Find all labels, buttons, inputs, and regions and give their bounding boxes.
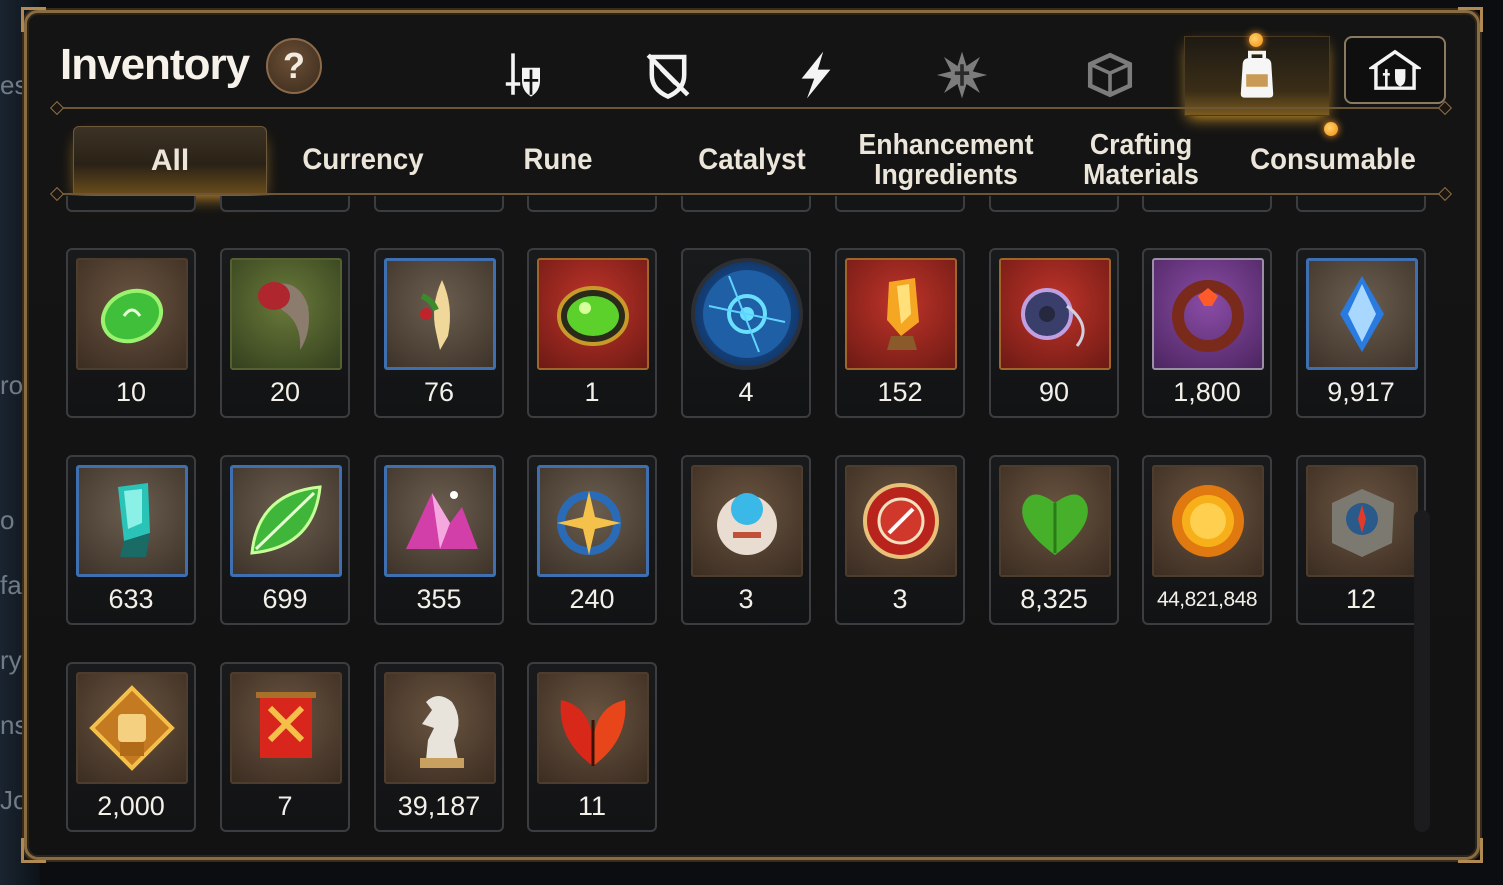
tab-items[interactable]: [1184, 33, 1330, 116]
item-slot[interactable]: 152: [835, 248, 965, 418]
item-quantity: 699: [262, 584, 308, 614]
subtab-catalyst[interactable]: Catalyst: [663, 126, 841, 194]
tab-sigil[interactable]: [914, 40, 1010, 110]
item-slot[interactable]: 8,325: [989, 455, 1119, 625]
broken-shield-icon: [646, 53, 690, 100]
tab-cube[interactable]: [1062, 40, 1158, 110]
cyan-crystal-icon: [76, 465, 188, 577]
subtab-enhancement-ingredients[interactable]: Enhancement Ingredients: [857, 126, 1035, 194]
item-quantity: 10: [115, 377, 147, 407]
fire-crystal-icon: [845, 258, 957, 370]
item-quantity: 20: [269, 377, 301, 407]
item-quantity: 355: [416, 584, 462, 614]
rune-portal-icon: [691, 258, 803, 370]
frame-corner: [21, 7, 46, 32]
item-slot[interactable]: 20: [220, 248, 350, 418]
blue-crystal-icon: [1306, 258, 1418, 370]
glowing-leaf-icon: [230, 465, 342, 577]
capsule-device-icon: [691, 465, 803, 577]
pink-crystals-icon: [384, 465, 496, 577]
item-slot[interactable]: 39,187: [374, 662, 504, 832]
item-quantity: 12: [1345, 584, 1377, 614]
lightning-icon: [801, 51, 831, 99]
compass-box-icon: [1306, 465, 1418, 577]
frame-corner: [21, 838, 46, 863]
item-slot[interactable]: 10: [66, 248, 196, 418]
new-badge-icon: [1249, 33, 1263, 47]
ring-icon: [1152, 258, 1264, 370]
subtab-rune[interactable]: Rune: [469, 126, 647, 194]
item-slot[interactable]: 9,917: [1296, 248, 1426, 418]
item-grid: 10 20 76 1 4 152 90 1,800 9,917 633 699 355 240 3 3 8,3…: [62, 196, 1432, 846]
red-leaves-icon: [537, 672, 649, 784]
item-slot[interactable]: 12: [1296, 455, 1426, 625]
fist-badge-icon: [76, 672, 188, 784]
pendant-icon: [999, 258, 1111, 370]
item-quantity: 4: [738, 377, 754, 407]
window-title: Inventory: [60, 40, 250, 89]
frame-corner: [1458, 838, 1483, 863]
green-orb-icon: [537, 258, 649, 370]
subtab-crafting-materials[interactable]: Crafting Materials: [1052, 126, 1230, 194]
cube-icon: [1087, 52, 1133, 98]
green-heart-icon: [999, 465, 1111, 577]
item-quantity: 2,000: [97, 791, 165, 821]
claw-icon: [230, 258, 342, 370]
item-slot[interactable]: 3: [681, 455, 811, 625]
item-slot[interactable]: 633: [66, 455, 196, 625]
item-quantity: 633: [108, 584, 154, 614]
frame-corner: [1458, 7, 1483, 32]
item-quantity: 39,187: [397, 791, 481, 821]
item-slot[interactable]: 1: [527, 248, 657, 418]
tab-gear[interactable]: [474, 40, 570, 110]
subtab-all[interactable]: All: [73, 126, 267, 195]
item-quantity: 1,800: [1173, 377, 1241, 407]
star-amulet-icon: [537, 465, 649, 577]
item-slot[interactable]: 355: [374, 455, 504, 625]
backpack-icon: [1240, 50, 1274, 98]
item-slot[interactable]: 11: [527, 662, 657, 832]
item-quantity: 90: [1038, 377, 1070, 407]
gold-coin-icon: [1152, 465, 1264, 577]
item-quantity: 9,917: [1327, 377, 1395, 407]
item-quantity: 7: [277, 791, 293, 821]
item-quantity: 3: [892, 584, 908, 614]
item-slot[interactable]: 2,000: [66, 662, 196, 832]
guild-house-icon: [1369, 49, 1421, 90]
item-quantity: 152: [877, 377, 923, 407]
item-quantity: 1: [584, 377, 600, 407]
item-slot[interactable]: 3: [835, 455, 965, 625]
item-quantity: 11: [577, 791, 607, 821]
item-quantity: 240: [569, 584, 615, 614]
storage-button[interactable]: [1344, 36, 1446, 104]
item-slot[interactable]: 699: [220, 455, 350, 625]
green-gem-icon: [76, 258, 188, 370]
header-divider: [56, 107, 1446, 109]
item-slot[interactable]: 4: [681, 248, 811, 418]
item-slot[interactable]: 240: [527, 455, 657, 625]
item-quantity: 3: [738, 584, 754, 614]
subtab-currency[interactable]: Currency: [274, 126, 452, 194]
item-slot[interactable]: 44,821,848: [1142, 455, 1272, 625]
tabs-divider: [56, 193, 1446, 195]
tab-artifact[interactable]: [620, 40, 716, 110]
item-slot[interactable]: 1,800: [1142, 248, 1272, 418]
chess-knight-icon: [384, 672, 496, 784]
tab-skill[interactable]: [768, 40, 864, 110]
burst-emblem-icon: [936, 51, 988, 99]
item-slot[interactable]: 90: [989, 248, 1119, 418]
item-slot[interactable]: 7: [220, 662, 350, 832]
item-quantity: 44,821,848: [1156, 588, 1258, 611]
ginseng-root-icon: [384, 258, 496, 370]
red-medal-icon: [845, 465, 957, 577]
item-quantity: 8,325: [1020, 584, 1088, 614]
scrollbar[interactable]: [1414, 510, 1430, 832]
sword-shield-icon: [505, 53, 540, 97]
new-badge-icon: [1324, 122, 1338, 136]
item-slot[interactable]: 76: [374, 248, 504, 418]
help-button[interactable]: ?: [266, 38, 322, 94]
item-quantity: 76: [423, 377, 455, 407]
war-banner-icon: [230, 672, 342, 784]
subtab-consumable[interactable]: Consumable: [1244, 126, 1422, 194]
